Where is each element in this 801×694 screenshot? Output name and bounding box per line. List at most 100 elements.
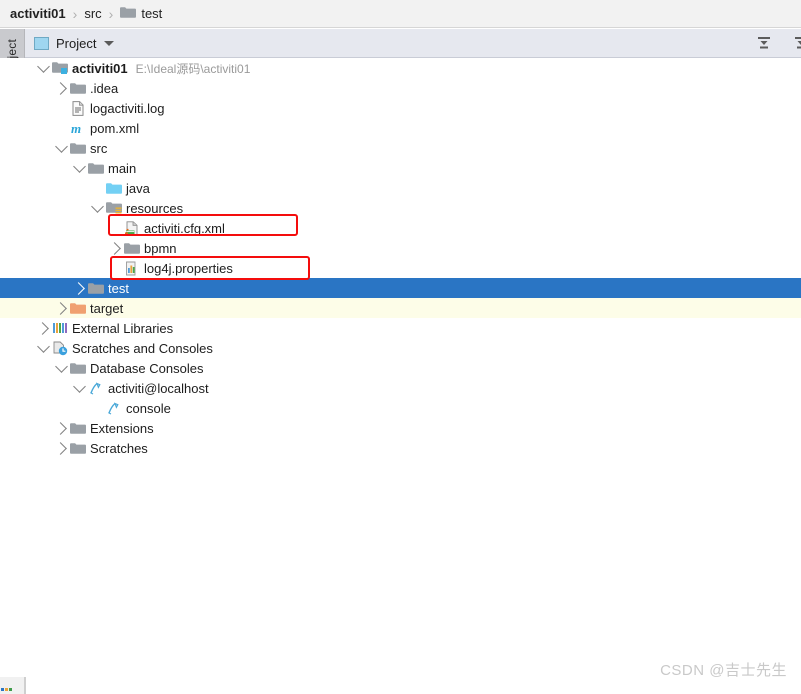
scrollbar-corner xyxy=(0,677,25,694)
chevron-right-icon[interactable] xyxy=(107,238,122,258)
folder-icon xyxy=(86,158,106,178)
chevron-down-icon[interactable] xyxy=(36,338,50,358)
tree-row[interactable]: Scratches xyxy=(0,438,801,458)
chevron-down-icon[interactable] xyxy=(54,138,68,158)
properties-file-icon xyxy=(122,258,142,278)
tree-row[interactable]: Extensions xyxy=(0,418,801,438)
tree-row[interactable]: log4j.properties xyxy=(0,258,801,278)
breadcrumb-label: activiti01 xyxy=(10,6,66,21)
folder-icon xyxy=(68,358,88,378)
tree-row[interactable]: test xyxy=(0,278,801,298)
chevron-right-icon[interactable] xyxy=(53,298,68,318)
tree-no-arrow xyxy=(54,118,68,138)
external-libraries-icon xyxy=(50,318,70,338)
tree-row-label: Database Consoles xyxy=(90,360,204,376)
tree-row[interactable]: console xyxy=(0,398,801,418)
tree-row-label: activiti.cfg.xml xyxy=(144,220,225,236)
chevron-down-icon[interactable] xyxy=(72,378,86,398)
excluded-folder-icon xyxy=(68,298,88,318)
chevron-down-icon[interactable] xyxy=(104,40,115,46)
breadcrumb-item-project[interactable]: activiti01 xyxy=(10,6,66,21)
tree-row-label: bpmn xyxy=(144,240,177,256)
tree-row[interactable]: Database Consoles xyxy=(0,358,801,378)
tree-row[interactable]: activiti@localhost xyxy=(0,378,801,398)
watermark: CSDN @吉士先生 xyxy=(660,662,787,679)
idea-project-window: activiti01 › src › test Project activiti… xyxy=(0,0,801,694)
maven-pom-icon: m xyxy=(68,118,88,138)
breadcrumb-label: test xyxy=(141,6,163,21)
console-icon xyxy=(104,398,124,418)
tree-row-label: Scratches and Consoles xyxy=(72,340,213,356)
tree-row-label: Extensions xyxy=(90,420,154,436)
settings-gear-icon[interactable] xyxy=(789,34,801,52)
tree-row-label: activiti01 xyxy=(72,60,128,76)
tree-row[interactable]: activiti01 E:\Ideal源码\activiti01 xyxy=(0,58,801,78)
tree-row[interactable]: main xyxy=(0,158,801,178)
folder-icon xyxy=(68,138,88,158)
breadcrumb-separator: › xyxy=(108,5,114,22)
toolbar-actions xyxy=(755,29,801,57)
chevron-down-icon[interactable] xyxy=(54,358,68,378)
tree-row-label: pom.xml xyxy=(90,120,140,136)
folder-icon xyxy=(68,438,88,458)
tree-row[interactable]: .idea xyxy=(0,78,801,98)
log-file-icon xyxy=(68,98,88,118)
chevron-right-icon[interactable] xyxy=(53,418,68,438)
tree-row-label: java xyxy=(126,180,150,196)
tree-row[interactable]: src xyxy=(0,138,801,158)
breadcrumb: activiti01 › src › test xyxy=(0,0,801,28)
xml-config-file-icon xyxy=(122,218,142,238)
project-toolbar-title: Project xyxy=(56,35,97,51)
tree-row[interactable]: logactiviti.log xyxy=(0,98,801,118)
tree-row-path: E:\Ideal源码\activiti01 xyxy=(135,61,251,76)
resources-root-icon xyxy=(104,198,124,218)
tree-row[interactable]: resources xyxy=(0,198,801,218)
project-toolbar: Project xyxy=(0,29,801,58)
svg-text:m: m xyxy=(71,121,81,136)
tree-row-label: src xyxy=(90,140,108,156)
tree-row[interactable]: java xyxy=(0,178,801,198)
breadcrumb-item-src[interactable]: src xyxy=(84,6,101,21)
tree-row[interactable]: Scratches and Consoles xyxy=(0,338,801,358)
folder-icon xyxy=(68,78,88,98)
chevron-right-icon[interactable] xyxy=(35,318,50,338)
status-dots-icon xyxy=(1,688,12,691)
tree-no-arrow xyxy=(90,398,104,418)
tree-row[interactable]: External Libraries xyxy=(0,318,801,338)
chevron-down-icon[interactable] xyxy=(90,198,104,218)
chevron-down-icon[interactable] xyxy=(72,158,86,178)
tree-row-label: main xyxy=(108,160,137,176)
tree-row-label: console xyxy=(126,400,171,416)
chevron-right-icon[interactable] xyxy=(53,78,68,98)
tree-row-label: logactiviti.log xyxy=(90,100,165,116)
tree-row[interactable]: m pom.xml xyxy=(0,118,801,138)
tree-no-arrow xyxy=(108,258,122,278)
project-tree[interactable]: activiti01 E:\Ideal源码\activiti01 .idea loga… xyxy=(0,58,801,677)
sources-root-icon xyxy=(104,178,124,198)
chevron-down-icon[interactable] xyxy=(36,58,50,78)
project-panel-icon xyxy=(34,36,49,50)
chevron-right-icon[interactable] xyxy=(71,278,86,298)
chevron-right-icon[interactable] xyxy=(53,438,68,458)
tree-row[interactable]: target xyxy=(0,298,801,318)
collapse-all-icon[interactable] xyxy=(755,34,773,52)
tree-row[interactable]: bpmn xyxy=(0,238,801,258)
scratches-icon xyxy=(50,338,70,358)
tree-row[interactable]: activiti.cfg.xml xyxy=(0,218,801,238)
tree-row-label: .idea xyxy=(90,80,119,96)
breadcrumb-label: src xyxy=(84,6,102,21)
console-icon xyxy=(86,378,106,398)
tree-no-arrow xyxy=(90,178,104,198)
tree-row-label: External Libraries xyxy=(72,320,174,336)
tree-no-arrow xyxy=(108,218,122,238)
breadcrumb-item-test[interactable]: test xyxy=(120,6,162,22)
breadcrumb-separator: › xyxy=(72,5,78,22)
folder-icon xyxy=(68,418,88,438)
tree-row-label: Scratches xyxy=(90,440,148,456)
folder-icon xyxy=(122,238,142,258)
tree-row-label: resources xyxy=(126,200,184,216)
tree-row-label: activiti@localhost xyxy=(108,380,209,396)
tree-row-label: test xyxy=(108,280,129,296)
folder-icon xyxy=(86,278,106,298)
folder-icon xyxy=(120,6,137,22)
